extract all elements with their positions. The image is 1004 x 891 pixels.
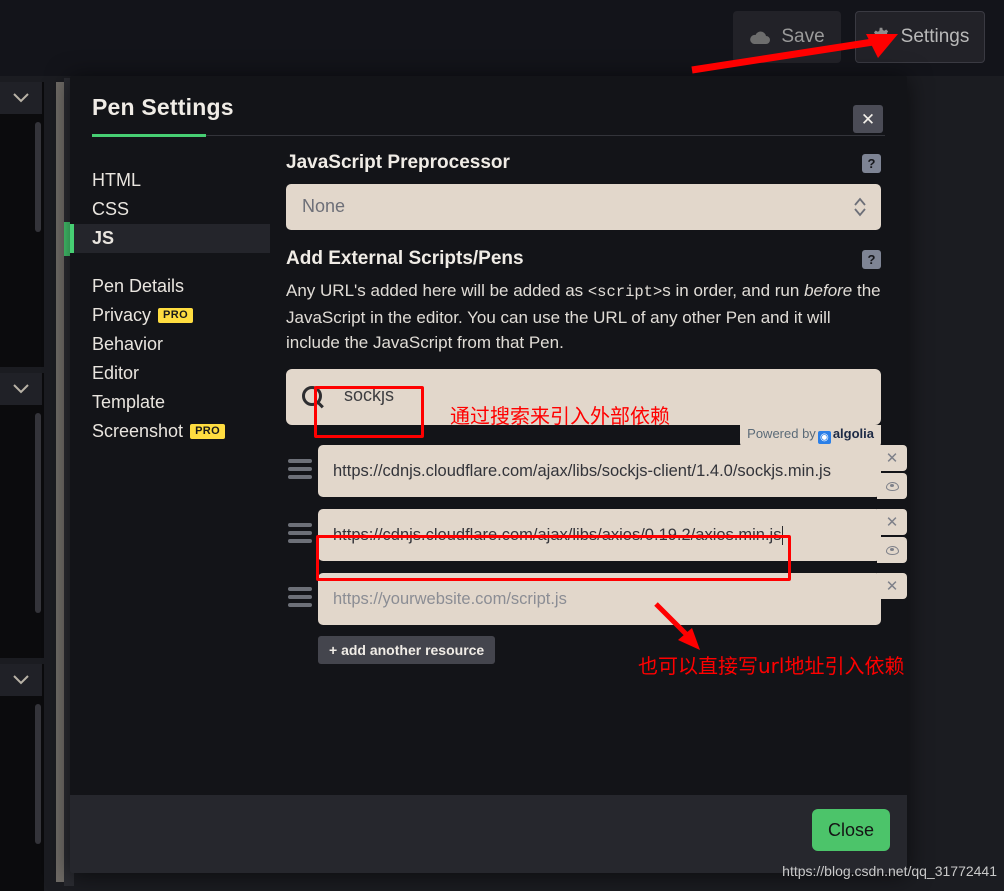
help-icon[interactable]: ? bbox=[862, 249, 881, 269]
remove-resource-icon[interactable]: ✕ bbox=[877, 509, 907, 535]
resource-row: https://cdnjs.cloudflare.com/ajax/libs/s… bbox=[286, 445, 907, 499]
preview-resource-icon[interactable] bbox=[877, 537, 907, 563]
sidebar-item-css[interactable]: CSS bbox=[70, 195, 270, 224]
modal-body: HTML CSS JS Pen Details Privacy PRO Beha… bbox=[70, 138, 907, 795]
resource-url-placeholder: https://yourwebsite.com/script.js bbox=[333, 589, 567, 608]
settings-content: JavaScript Preprocessor ? None Add Exter… bbox=[270, 138, 907, 795]
editor-panel-body bbox=[0, 114, 44, 367]
title-underline bbox=[92, 134, 206, 137]
sidebar-item-label: Editor bbox=[92, 363, 140, 383]
chevron-updown-icon bbox=[854, 197, 866, 217]
editor-panel-html[interactable] bbox=[0, 82, 44, 367]
resource-actions: ✕ bbox=[877, 509, 907, 563]
preview-resource-icon[interactable] bbox=[877, 473, 907, 499]
external-title: Add External Scripts/Pens bbox=[286, 248, 524, 269]
external-section-header: Add External Scripts/Pens ? bbox=[286, 248, 881, 270]
chevron-down-icon bbox=[13, 675, 29, 685]
search-highlight-box bbox=[314, 386, 424, 438]
editor-panel-header[interactable] bbox=[0, 373, 42, 405]
external-description: Any URL's added here will be added as <s… bbox=[286, 278, 881, 355]
search-annotation-text: 通过搜索来引入外部依赖 bbox=[450, 404, 670, 428]
sidebar-item-pen-details[interactable]: Pen Details bbox=[70, 272, 270, 301]
preprocessor-value: None bbox=[302, 196, 346, 216]
sidebar-item-privacy[interactable]: Privacy PRO bbox=[70, 301, 270, 330]
editor-panel-js[interactable] bbox=[0, 664, 44, 891]
close-button[interactable]: Close bbox=[812, 809, 890, 851]
help-icon[interactable]: ? bbox=[862, 153, 881, 173]
sidebar-item-html[interactable]: HTML bbox=[70, 166, 270, 195]
algolia-icon: ◉ bbox=[817, 431, 831, 444]
sidebar-item-label: HTML bbox=[92, 170, 141, 190]
sidebar-item-label: JS bbox=[92, 228, 115, 248]
preprocessor-section-header: JavaScript Preprocessor ? bbox=[286, 152, 881, 174]
sidebar-item-behavior[interactable]: Behavior bbox=[70, 330, 270, 359]
sidebar-item-template[interactable]: Template bbox=[70, 388, 270, 417]
sidebar-item-label: Pen Details bbox=[92, 276, 185, 296]
editor-panel-header[interactable] bbox=[0, 82, 42, 114]
editor-panel-body bbox=[0, 696, 44, 891]
powered-by-label: Powered by bbox=[747, 426, 816, 441]
sidebar-item-label: Privacy bbox=[92, 305, 152, 325]
pen-settings-modal: Pen Settings ✕ HTML CSS JS Pen Details P… bbox=[70, 76, 907, 873]
resource-actions: ✕ bbox=[877, 445, 907, 499]
modal-header: Pen Settings ✕ bbox=[70, 76, 907, 138]
sidebar-item-label: Behavior bbox=[92, 334, 164, 354]
scrollbar[interactable] bbox=[35, 704, 41, 844]
algolia-name: algolia bbox=[832, 426, 874, 441]
drag-handle-icon[interactable] bbox=[286, 523, 318, 547]
scrollbar[interactable] bbox=[35, 413, 41, 613]
resource-url-value: https://cdnjs.cloudflare.com/ajax/libs/s… bbox=[333, 461, 831, 480]
desc-emphasis: before bbox=[804, 281, 853, 300]
remove-resource-icon[interactable]: ✕ bbox=[877, 573, 907, 599]
remove-resource-icon[interactable]: ✕ bbox=[877, 445, 907, 471]
editor-panel-body bbox=[0, 405, 44, 658]
preprocessor-title: JavaScript Preprocessor bbox=[286, 152, 510, 173]
chevron-down-icon bbox=[13, 384, 29, 394]
scrollbar[interactable] bbox=[35, 122, 41, 232]
sidebar-item-label: CSS bbox=[92, 199, 130, 219]
drag-handle-icon[interactable] bbox=[286, 459, 318, 483]
sidebar-item-label: Template bbox=[92, 392, 166, 412]
desc-part-2: s in order, and run bbox=[662, 281, 805, 300]
modal-footer: Close bbox=[70, 795, 907, 873]
preview-divider bbox=[56, 82, 64, 882]
close-icon[interactable]: ✕ bbox=[853, 105, 883, 133]
algolia-attribution: Powered by ◉ algolia bbox=[740, 425, 881, 447]
sidebar-item-screenshot[interactable]: Screenshot PRO bbox=[70, 417, 270, 446]
screen: Save Settings Pen Settings ✕ HTML CSS JS… bbox=[0, 0, 1004, 891]
url-annotation-text: 也可以直接写url地址引入依赖 bbox=[638, 654, 905, 678]
drag-handle-icon[interactable] bbox=[286, 587, 318, 611]
sidebar-item-editor[interactable]: Editor bbox=[70, 359, 270, 388]
url-highlight-box bbox=[316, 535, 791, 581]
desc-part-1: Any URL's added here will be added as bbox=[286, 281, 588, 300]
preprocessor-select[interactable]: None bbox=[286, 184, 881, 230]
page-title: Pen Settings bbox=[92, 94, 234, 120]
add-another-resource-button[interactable]: + add another resource bbox=[318, 636, 496, 664]
desc-code: <script> bbox=[587, 283, 663, 301]
resource-url-input[interactable]: https://cdnjs.cloudflare.com/ajax/libs/s… bbox=[318, 445, 907, 499]
sidebar-item-label: Screenshot bbox=[92, 421, 184, 441]
watermark: https://blog.csdn.net/qq_31772441 bbox=[782, 863, 997, 879]
arrow-to-url-note-icon bbox=[654, 602, 700, 650]
editor-panel-header[interactable] bbox=[0, 664, 42, 696]
pro-badge: PRO bbox=[158, 308, 194, 323]
arrow-to-settings-icon bbox=[691, 34, 898, 74]
pro-badge: PRO bbox=[190, 424, 226, 439]
header-divider bbox=[92, 135, 885, 136]
chevron-down-icon bbox=[13, 93, 29, 103]
settings-sidebar: HTML CSS JS Pen Details Privacy PRO Beha… bbox=[70, 138, 270, 795]
editor-panel-css[interactable] bbox=[0, 373, 44, 658]
resource-actions: ✕ bbox=[877, 573, 907, 599]
sidebar-item-js[interactable]: JS bbox=[70, 224, 270, 253]
sidebar-divider bbox=[70, 253, 270, 272]
